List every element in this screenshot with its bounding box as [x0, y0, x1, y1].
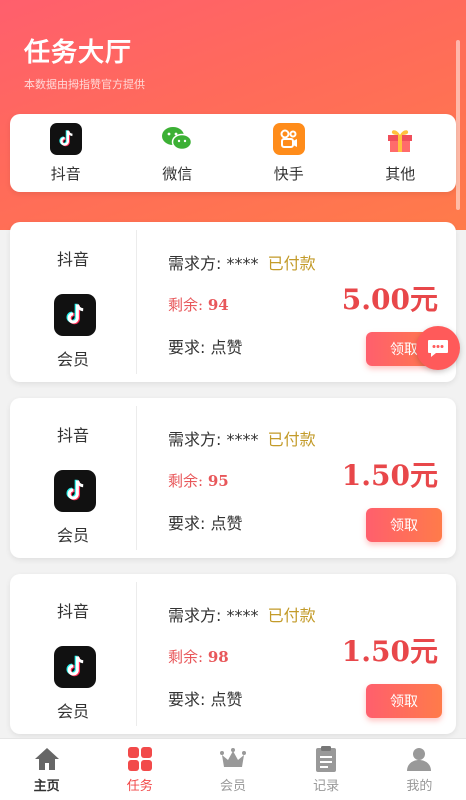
user-icon	[405, 745, 433, 773]
wechat-icon	[161, 123, 193, 155]
remaining-label: 剩余:	[168, 472, 204, 490]
category-other[interactable]: 其他	[355, 123, 445, 184]
task-requirement: 要求: 点赞	[168, 510, 243, 534]
douyin-icon	[54, 470, 96, 512]
tab-label: 主页	[33, 779, 60, 794]
task-platform: 抖音	[56, 426, 89, 445]
remaining-value: 94	[207, 296, 229, 314]
task-member-level: 会员	[56, 526, 89, 545]
task-platform-panel: 抖音 会员	[10, 574, 136, 734]
task-card: 抖音 会员 需求方: **** 已付款 剩余: 95 要求: 点赞 1.50元 …	[10, 398, 456, 558]
claim-button[interactable]: 领取	[366, 508, 442, 542]
requirement-value: 点赞	[210, 690, 243, 709]
chat-float-button[interactable]	[416, 326, 460, 370]
remaining-label: 剩余:	[168, 296, 204, 314]
tab-home[interactable]: 主页	[12, 745, 82, 794]
requirement-label: 要求:	[168, 514, 206, 533]
paid-status: 已付款	[267, 430, 316, 449]
demander-value: ****	[226, 430, 259, 449]
task-requirement: 要求: 点赞	[168, 686, 243, 710]
tab-mine[interactable]: 我的	[384, 745, 454, 794]
douyin-icon	[54, 646, 96, 688]
kuaishou-icon	[272, 122, 305, 155]
task-remaining: 剩余: 94	[168, 294, 229, 315]
category-kuaishou[interactable]: 快手	[244, 122, 334, 184]
category-bar: 抖音 微信 快手 其他	[10, 114, 456, 192]
task-demander: 需求方: **** 已付款	[168, 426, 316, 450]
task-hall-page: 任务大厅 本数据由拇指赞官方提供 抖音 微信 快手 其他 抖音 会员 需求方: …	[0, 0, 466, 800]
demander-value: ****	[226, 254, 259, 273]
tab-label: 任务	[126, 779, 153, 794]
task-card: 抖音 会员 需求方: **** 已付款 剩余: 94 要求: 点赞 5.00元 …	[10, 222, 456, 382]
task-platform: 抖音	[56, 250, 89, 269]
requirement-label: 要求:	[168, 338, 206, 357]
category-douyin[interactable]: 抖音	[21, 122, 111, 184]
divider	[136, 406, 137, 550]
task-remaining: 剩余: 98	[168, 646, 229, 667]
tab-label: 我的	[406, 779, 433, 794]
clipboard-icon	[312, 745, 340, 773]
task-member-level: 会员	[56, 350, 89, 369]
requirement-value: 点赞	[210, 338, 243, 357]
gift-icon	[384, 123, 416, 155]
task-price: 1.50元	[341, 635, 438, 668]
douyin-icon	[54, 294, 96, 336]
tasks-grid-icon	[126, 745, 154, 773]
demander-label: 需求方:	[168, 430, 222, 449]
requirement-value: 点赞	[210, 514, 243, 533]
claim-button[interactable]: 领取	[366, 684, 442, 718]
category-wechat[interactable]: 微信	[132, 123, 222, 184]
task-card: 抖音 会员 需求方: **** 已付款 剩余: 98 要求: 点赞 1.50元 …	[10, 574, 456, 734]
tab-records[interactable]: 记录	[291, 745, 361, 794]
requirement-label: 要求:	[168, 690, 206, 709]
page-title: 任务大厅	[24, 38, 133, 68]
tab-tasks[interactable]: 任务	[105, 745, 175, 794]
tab-member[interactable]: 会员	[198, 745, 268, 794]
crown-icon	[219, 745, 247, 773]
task-demander: 需求方: **** 已付款	[168, 250, 316, 274]
task-price: 5.00元	[341, 283, 438, 316]
demander-label: 需求方:	[168, 606, 222, 625]
douyin-icon	[49, 122, 82, 155]
task-price: 1.50元	[341, 459, 438, 492]
remaining-value: 95	[207, 472, 229, 490]
scrollbar[interactable]	[456, 40, 460, 210]
task-remaining: 剩余: 95	[168, 470, 229, 491]
category-label: 微信	[162, 164, 193, 183]
task-member-level: 会员	[56, 702, 89, 721]
home-icon	[33, 745, 61, 773]
paid-status: 已付款	[267, 254, 316, 273]
remaining-value: 98	[207, 648, 229, 666]
category-label: 抖音	[50, 164, 81, 183]
demander-value: ****	[226, 606, 259, 625]
task-platform: 抖音	[56, 602, 89, 621]
task-platform-panel: 抖音 会员	[10, 398, 136, 558]
remaining-label: 剩余:	[168, 648, 204, 666]
tab-label: 会员	[219, 779, 246, 794]
category-label: 快手	[273, 164, 304, 183]
divider	[136, 582, 137, 726]
category-label: 其他	[385, 164, 416, 183]
chat-bubble-icon	[428, 340, 448, 357]
task-requirement: 要求: 点赞	[168, 334, 243, 358]
page-subtitle: 本数据由拇指赞官方提供	[24, 78, 145, 91]
demander-label: 需求方:	[168, 254, 222, 273]
task-platform-panel: 抖音 会员	[10, 222, 136, 382]
paid-status: 已付款	[267, 606, 316, 625]
divider	[136, 230, 137, 374]
task-demander: 需求方: **** 已付款	[168, 602, 316, 626]
bottom-tab-bar: 主页 任务 会员 记录 我的	[0, 738, 466, 800]
tab-label: 记录	[313, 779, 340, 794]
